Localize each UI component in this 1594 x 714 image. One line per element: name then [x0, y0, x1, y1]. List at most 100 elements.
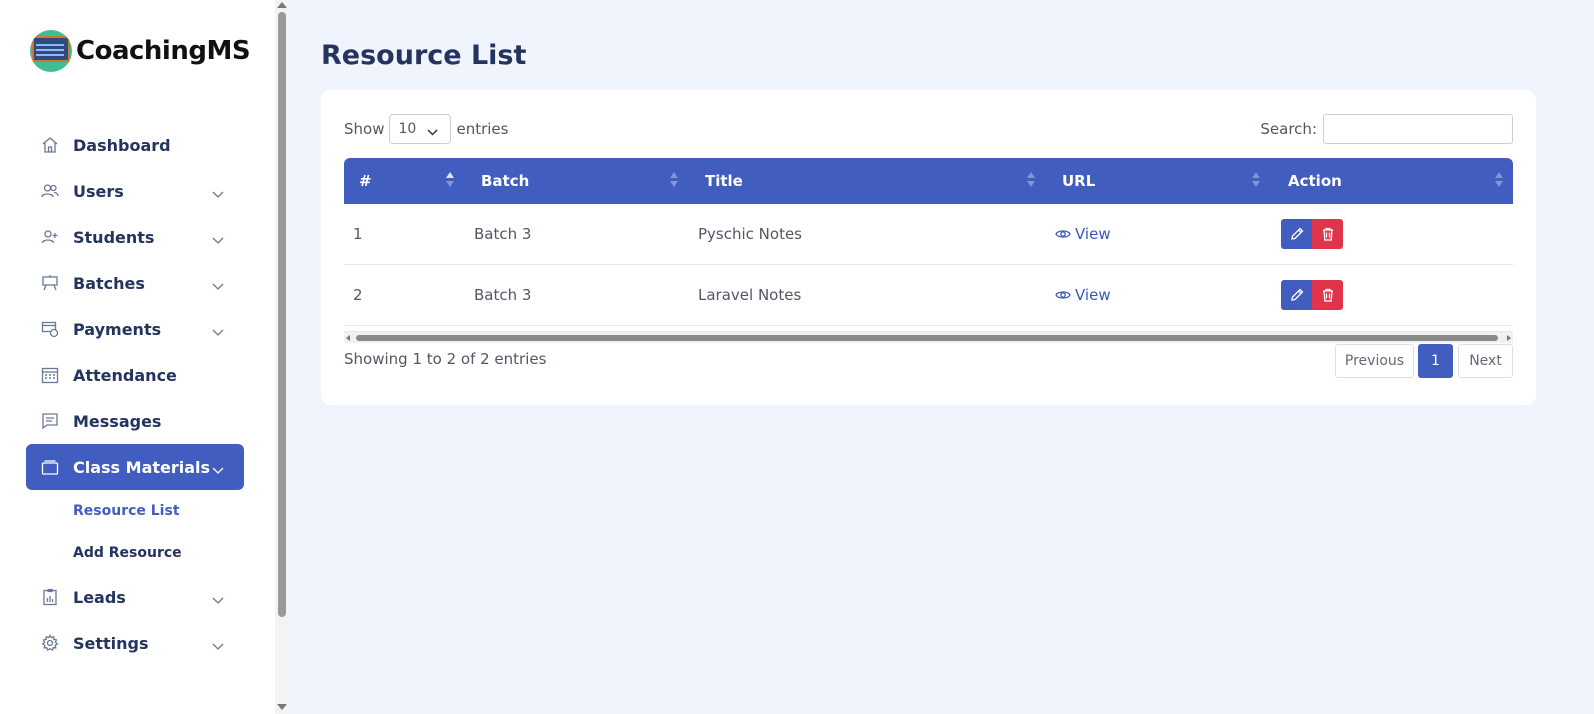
search-input[interactable]	[1323, 114, 1513, 144]
next-page-button[interactable]: Next	[1458, 344, 1513, 378]
delete-button[interactable]	[1312, 219, 1343, 249]
sidebar-item-batches[interactable]: Batches	[26, 260, 244, 306]
resource-table: # Batch Title URL Action 1 Batch 3 Pysch…	[344, 158, 1513, 326]
sort-icon	[1027, 172, 1035, 190]
scroll-right-arrow-icon[interactable]	[1507, 335, 1511, 341]
sort-icon	[1495, 172, 1503, 190]
cell-batch: Batch 3	[474, 225, 532, 243]
app-name: CoachingMS	[76, 36, 251, 66]
chevron-down-icon	[212, 636, 224, 655]
chevron-down-icon	[212, 184, 224, 203]
chevron-down-icon	[427, 124, 439, 140]
users-icon	[40, 181, 60, 201]
sidebar-item-leads[interactable]: Leads	[26, 574, 244, 620]
gear-icon	[40, 633, 60, 653]
eye-icon	[1055, 230, 1071, 238]
sidebar-item-payments[interactable]: Payments	[26, 306, 244, 352]
scroll-down-arrow-icon[interactable]	[277, 704, 287, 710]
chevron-down-icon	[212, 230, 224, 249]
sidebar-item-users[interactable]: Users	[26, 168, 244, 214]
previous-page-button[interactable]: Previous	[1335, 344, 1414, 378]
sidebar-scrollbar[interactable]	[275, 0, 289, 714]
scrollbar-thumb[interactable]	[278, 12, 286, 617]
cell-url: View	[1055, 204, 1111, 264]
sidebar-item-attendance[interactable]: Attendance	[26, 352, 244, 398]
column-header-batch[interactable]: Batch	[481, 158, 529, 204]
cell-num: 1	[353, 225, 363, 243]
edit-button[interactable]	[1281, 280, 1312, 310]
table-horizontal-scrollbar[interactable]	[344, 331, 1513, 343]
cell-title: Laravel Notes	[698, 286, 802, 304]
app-logo[interactable]: CoachingMS	[30, 30, 251, 72]
logo-icon	[30, 30, 72, 72]
user-plus-icon	[40, 227, 60, 247]
briefcase-icon	[40, 457, 60, 477]
search-label: Search:	[1260, 120, 1317, 138]
sidebar-item-settings[interactable]: Settings	[26, 620, 244, 666]
view-link[interactable]: View	[1055, 286, 1111, 304]
action-buttons	[1281, 219, 1343, 249]
sidebar-item-students[interactable]: Students	[26, 214, 244, 260]
home-icon	[40, 135, 60, 155]
sort-icon	[1252, 172, 1260, 190]
column-header-label: Title	[705, 172, 743, 190]
sidebar: CoachingMS Dashboard Users Students Batc…	[0, 0, 275, 714]
page-title: Resource List	[321, 40, 527, 71]
payment-icon	[40, 319, 60, 339]
column-header-url[interactable]: URL	[1062, 158, 1095, 204]
edit-button[interactable]	[1281, 219, 1312, 249]
column-header-action[interactable]: Action	[1288, 158, 1342, 204]
resource-table-card: Show 10 entries Search: # Batch Title UR…	[321, 90, 1536, 405]
scroll-left-arrow-icon[interactable]	[346, 335, 350, 341]
sidebar-item-messages[interactable]: Messages	[26, 398, 244, 444]
sidebar-item-label: Leads	[73, 587, 126, 607]
calendar-icon	[40, 365, 60, 385]
sidebar-item-label: Payments	[73, 319, 162, 339]
scrollbar-thumb[interactable]	[356, 335, 1498, 341]
table-row: 1 Batch 3 Pyschic Notes View	[344, 204, 1513, 265]
table-row: 2 Batch 3 Laravel Notes View	[344, 265, 1513, 326]
cell-url: View	[1055, 265, 1111, 325]
entries-length-control: Show 10 entries	[344, 114, 508, 144]
eye-icon	[1055, 291, 1071, 299]
sidebar-item-label: Attendance	[73, 365, 177, 385]
submenu-item-resource-list[interactable]: Resource List	[26, 490, 244, 532]
table-search: Search:	[1260, 114, 1513, 144]
cell-title: Pyschic Notes	[698, 225, 802, 243]
sidebar-item-label: Batches	[73, 273, 145, 293]
cell-num: 2	[353, 286, 363, 304]
show-label: Show	[344, 120, 385, 138]
pagination: Previous 1 Next	[1335, 344, 1513, 378]
chevron-down-icon	[212, 322, 224, 341]
chevron-down-icon	[212, 460, 224, 479]
column-header-title[interactable]: Title	[705, 158, 743, 204]
view-link[interactable]: View	[1055, 225, 1111, 243]
pencil-icon	[1290, 227, 1303, 240]
scroll-up-arrow-icon[interactable]	[277, 2, 287, 8]
entries-select-value: 10	[398, 121, 417, 137]
page-1-button[interactable]: 1	[1418, 344, 1453, 378]
cell-action	[1281, 204, 1343, 264]
chevron-down-icon	[212, 590, 224, 609]
message-icon	[40, 411, 60, 431]
clipboard-chart-icon	[40, 587, 60, 607]
table-info: Showing 1 to 2 of 2 entries	[344, 350, 547, 368]
sidebar-item-dashboard[interactable]: Dashboard	[26, 122, 244, 168]
trash-icon	[1322, 288, 1333, 302]
sidebar-item-label: Messages	[73, 411, 162, 431]
view-link-label: View	[1075, 225, 1111, 243]
sidebar-item-label: Dashboard	[73, 135, 171, 155]
column-header-label: Batch	[481, 172, 530, 190]
submenu-item-add-resource[interactable]: Add Resource	[26, 532, 244, 574]
entries-select[interactable]: 10	[389, 114, 452, 144]
easel-icon	[40, 273, 60, 293]
sort-icon	[670, 172, 678, 190]
pencil-icon	[1290, 288, 1303, 301]
column-header-num[interactable]: #	[359, 158, 372, 204]
sidebar-item-class-materials[interactable]: Class Materials	[26, 444, 244, 490]
delete-button[interactable]	[1312, 280, 1343, 310]
table-header: # Batch Title URL Action	[344, 158, 1513, 204]
sidebar-menu: Dashboard Users Students Batches Payment…	[26, 122, 244, 666]
column-header-label: Action	[1288, 172, 1342, 190]
chevron-down-icon	[212, 276, 224, 295]
